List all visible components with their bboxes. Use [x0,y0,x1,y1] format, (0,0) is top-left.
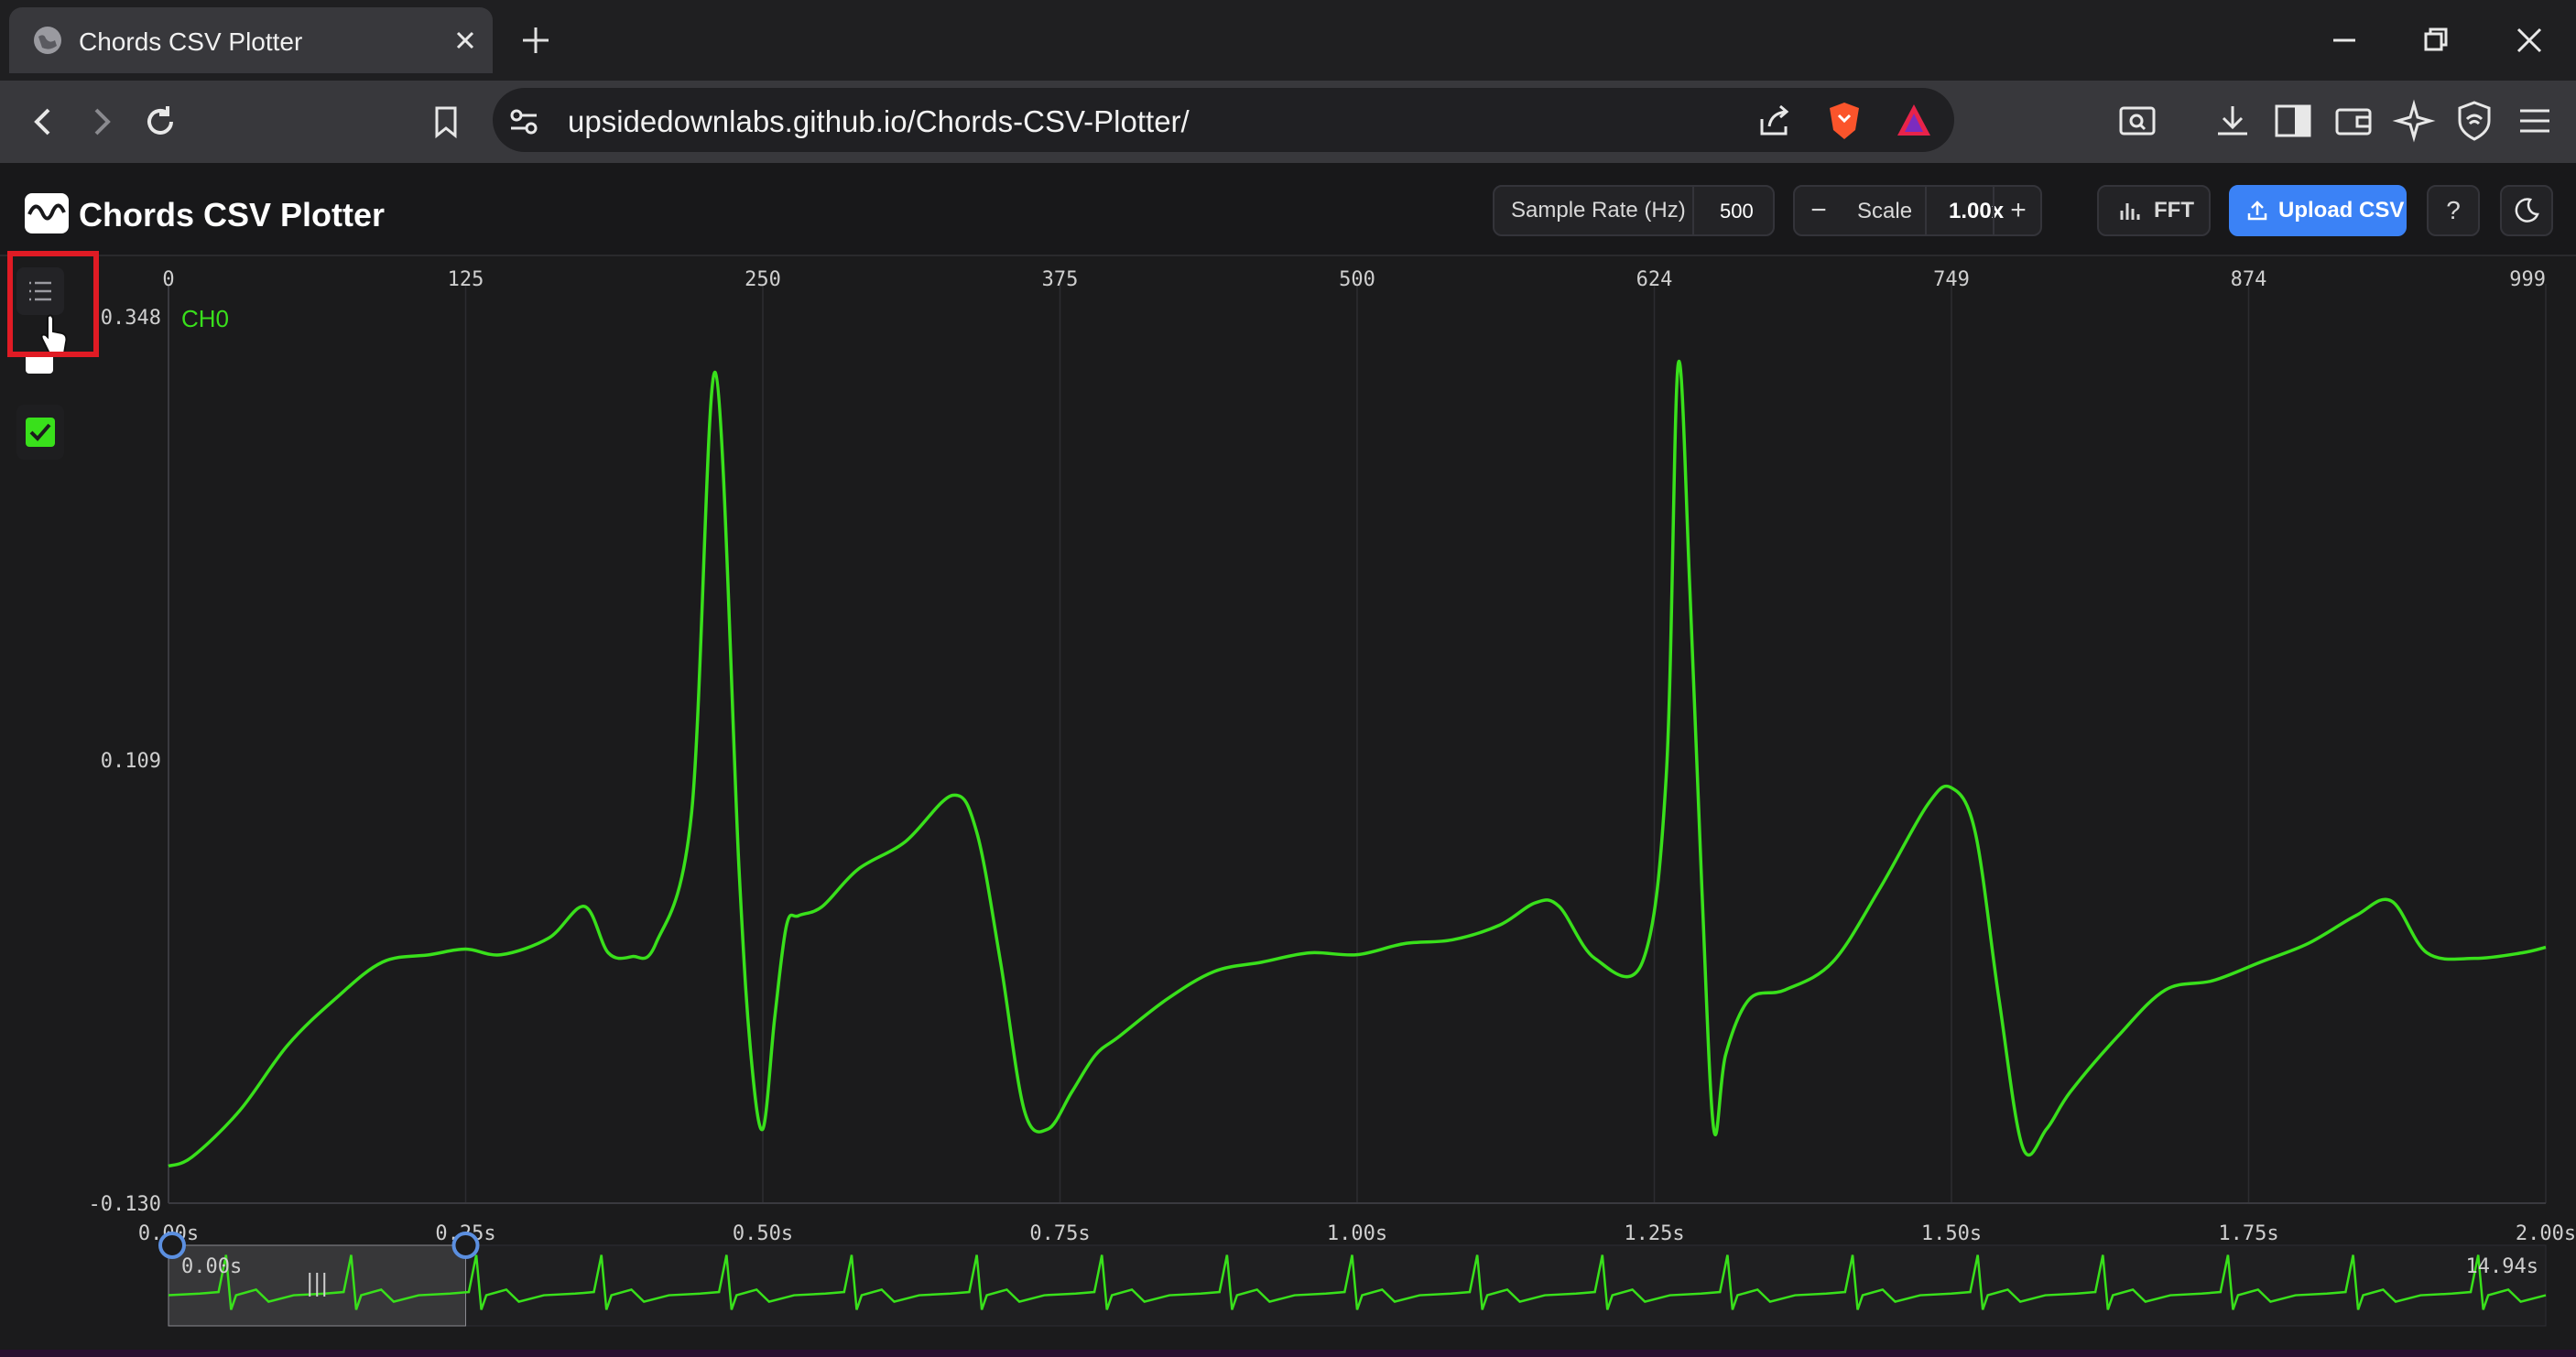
brave-shield-icon[interactable] [1822,99,1866,143]
bottom-edge [0,1350,2576,1357]
share-icon[interactable] [1753,99,1797,143]
bookmark-icon[interactable] [423,99,469,145]
sample-rate-control: Sample Rate (Hz) 500 [1493,185,1775,236]
top-tick-label: 375 [1042,268,1079,291]
leo-ai-icon[interactable] [2392,99,2436,143]
x-tick-label: 0.50s [733,1222,793,1245]
menu-icon[interactable] [2513,99,2557,143]
sample-rate-input[interactable]: 500 [1720,200,1754,223]
y-tick-label: 0.109 [101,750,161,773]
x-tick-label: 1.75s [2218,1222,2278,1245]
reload-icon[interactable] [137,99,183,145]
x-tick-label: 0.75s [1029,1222,1090,1245]
help-button[interactable]: ? [2427,185,2480,236]
back-icon[interactable] [20,99,66,145]
top-tick-label: 250 [745,268,781,291]
brave-rewards-icon[interactable] [1892,99,1936,143]
scale-increase-button[interactable]: + [1994,187,2042,234]
vpn-icon[interactable] [2452,99,2496,143]
x-tick-label: 1.00s [1327,1222,1387,1245]
chart-grid [168,284,2547,1204]
signal-chart[interactable]: 0.00s0.25s0.50s0.75s1.00s1.25s1.50s1.75s… [0,256,2576,1355]
minimize-icon[interactable] [2324,20,2364,60]
y-tick-label: -0.130 [89,1193,161,1216]
overview-start-label: 0.00s [181,1255,242,1278]
overview-handle-right[interactable] [451,1232,480,1259]
chart-ticks: 0.00s0.25s0.50s0.75s1.00s1.25s1.50s1.75s… [89,268,2576,1245]
overview-track [168,1244,2547,1327]
top-tick-label: 0 [162,268,174,291]
y-tick-label: 0.348 [101,307,161,330]
app-title: Chords CSV Plotter [79,196,386,233]
upload-csv-label: Upload CSV [2278,198,2405,223]
overview-handle-left[interactable] [158,1232,186,1259]
fft-button[interactable]: FFT [2097,185,2211,236]
fft-label: FFT [2154,198,2194,223]
wallet-icon[interactable] [2331,99,2375,143]
sidebar-toggle-icon[interactable] [2271,99,2315,143]
x-tick-label: 1.25s [1624,1222,1684,1245]
scale-decrease-button[interactable]: − [1795,187,1842,234]
top-tick-label: 624 [1636,268,1673,291]
site-settings-icon[interactable] [502,99,546,143]
globe-icon [34,27,61,54]
forward-icon[interactable] [79,99,125,145]
top-tick-label: 500 [1339,268,1375,291]
overview-navigator[interactable]: 0.00s 14.94s [158,1232,2547,1327]
tab-title: Chords CSV Plotter [79,27,303,56]
moon-icon [2515,198,2539,223]
browser-tab[interactable]: Chords CSV Plotter [9,7,493,73]
top-tick-label: 999 [2509,268,2546,291]
x-tick-label: 1.50s [1921,1222,1982,1245]
top-tick-label: 125 [448,268,484,291]
scale-label: Scale [1857,199,1913,223]
x-tick-label: 2.00s [2516,1222,2576,1245]
app-logo-icon [25,193,69,233]
download-icon[interactable] [2211,99,2255,143]
new-tab-icon[interactable] [517,22,554,59]
overview-end-label: 14.94s [2466,1255,2538,1278]
channel-label: CH0 [181,305,229,332]
url-text[interactable]: upsidedownlabs.github.io/Chords-CSV-Plot… [568,104,1190,139]
help-label: ? [2446,196,2461,224]
scale-control: − Scale 1.00x + [1793,185,2042,236]
restore-icon[interactable] [2416,20,2456,60]
sample-rate-label: Sample Rate (Hz) [1511,198,1686,223]
theme-toggle-button[interactable] [2500,185,2553,236]
close-tab-icon[interactable] [449,24,482,57]
screenshot-search-icon[interactable] [2115,99,2159,143]
top-tick-label: 874 [2231,268,2267,291]
upload-csv-button[interactable]: Upload CSV [2229,185,2407,236]
top-tick-label: 749 [1933,268,1970,291]
close-window-icon[interactable] [2509,20,2549,60]
bar-chart-icon [2120,203,2140,220]
upload-icon [2247,201,2267,221]
